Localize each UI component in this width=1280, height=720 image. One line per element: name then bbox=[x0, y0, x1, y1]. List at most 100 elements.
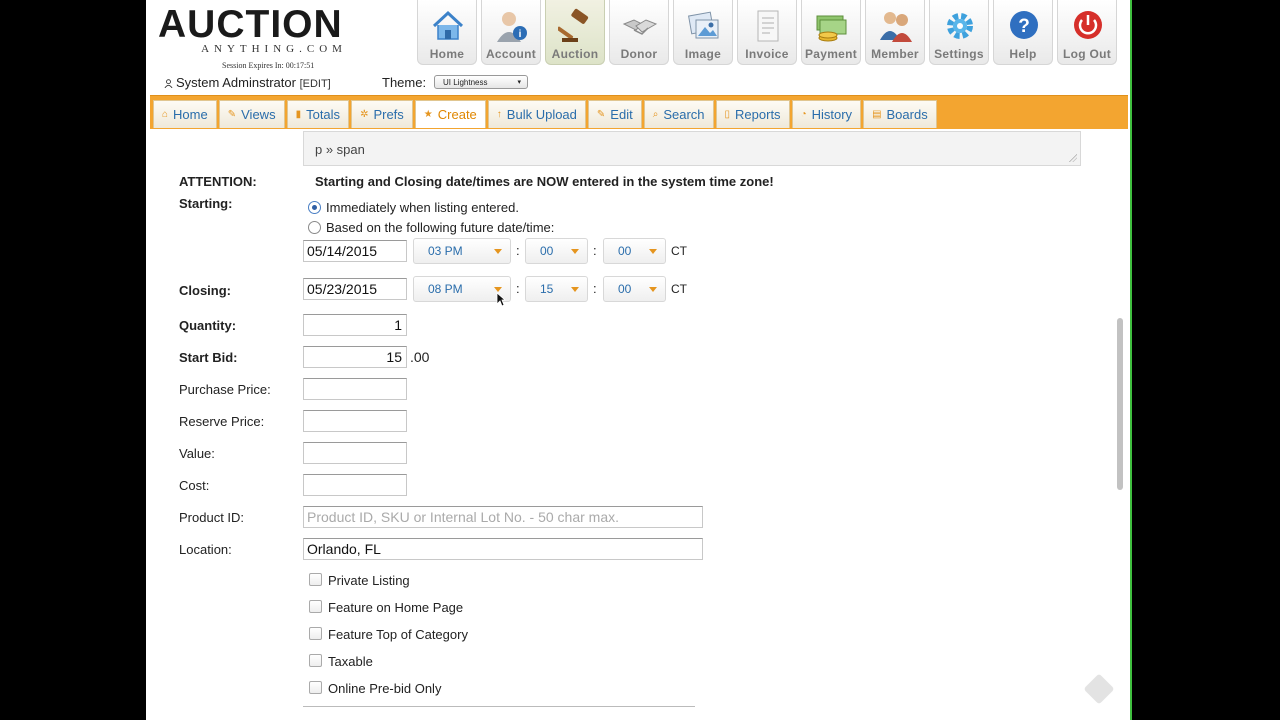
private-listing-label: Private Listing bbox=[328, 573, 410, 588]
home-button-label: Home bbox=[429, 47, 465, 61]
tab-boards[interactable]: ▤ Boards bbox=[863, 100, 937, 128]
online-prebid-checkbox[interactable] bbox=[309, 681, 322, 694]
tab-prefs[interactable]: ✲ Prefs bbox=[351, 100, 413, 128]
resize-grip-icon[interactable] bbox=[1069, 154, 1077, 162]
tab-bulk-upload-label: Bulk Upload bbox=[506, 107, 577, 122]
session-timer: Session Expires In: 00:17:51 bbox=[222, 61, 315, 70]
tab-reports[interactable]: ▯ Reports bbox=[715, 100, 790, 128]
start-date-input[interactable]: 05/14/2015 bbox=[303, 240, 407, 262]
search-icon: ⌕ bbox=[652, 109, 659, 120]
tab-reports-label: Reports bbox=[735, 107, 781, 122]
account-icon: i bbox=[497, 12, 527, 42]
start-immediately-label: Immediately when listing entered. bbox=[326, 200, 519, 215]
home-button[interactable]: Home bbox=[417, 0, 477, 65]
value-input[interactable] bbox=[303, 442, 407, 464]
main-nav-bar: ⌂ Home ✎ Views ▮ Totals ✲ Prefs ★ Create ↑ Bul… bbox=[150, 95, 1128, 129]
start-immediately-radio[interactable] bbox=[308, 201, 321, 214]
time-separator: : bbox=[593, 243, 597, 258]
start-bid-input[interactable]: 15 bbox=[303, 346, 407, 368]
tab-prefs-label: Prefs bbox=[373, 107, 404, 122]
tab-views-label: Views bbox=[241, 107, 276, 122]
image-button[interactable]: Image bbox=[673, 0, 733, 65]
start-future-label: Based on the following future date/time: bbox=[326, 220, 555, 235]
auction-button[interactable]: Auction bbox=[545, 0, 605, 65]
theme-value: UI Lightness bbox=[443, 78, 488, 87]
image-icon bbox=[688, 11, 719, 39]
close-second-value: 00 bbox=[618, 282, 632, 296]
tab-edit[interactable]: ✎ Edit bbox=[587, 100, 642, 128]
donor-button-label: Donor bbox=[620, 47, 658, 61]
taxable-checkbox[interactable] bbox=[309, 654, 322, 667]
quantity-input[interactable]: 1 bbox=[303, 314, 407, 336]
close-second-select[interactable]: 00 bbox=[603, 276, 666, 302]
tab-history[interactable]: ◔ History bbox=[791, 100, 862, 128]
mouse-cursor-icon bbox=[496, 292, 506, 307]
scrollbar-thumb[interactable] bbox=[1117, 318, 1123, 490]
theme-label: Theme: bbox=[382, 75, 427, 90]
user-name: System Adminstrator bbox=[176, 75, 296, 90]
start-minute-select[interactable]: 00 bbox=[525, 238, 588, 264]
description-editor[interactable]: p » span bbox=[303, 131, 1081, 166]
cost-input[interactable] bbox=[303, 474, 407, 496]
settings-button[interactable]: Settings bbox=[929, 0, 989, 65]
svg-text:?: ? bbox=[1018, 16, 1030, 37]
invoice-icon bbox=[757, 10, 779, 42]
close-hour-value: 08 PM bbox=[428, 282, 463, 296]
board-icon: ▤ bbox=[872, 109, 882, 120]
logo[interactable]: AUCTION ANYTHING.COM bbox=[158, 5, 390, 55]
private-listing-checkbox[interactable] bbox=[309, 573, 322, 586]
tab-totals[interactable]: ▮ Totals bbox=[286, 100, 350, 128]
feature-home-checkbox[interactable] bbox=[309, 600, 322, 613]
top-icon-bar: Home i Account Auction Donor Image Invoi… bbox=[417, 0, 1121, 65]
tab-home[interactable]: ⌂ Home bbox=[153, 100, 217, 128]
location-label: Location: bbox=[179, 542, 232, 557]
members-icon bbox=[880, 12, 912, 42]
theme-select[interactable]: UI Lightness ▾ bbox=[434, 75, 528, 89]
close-minute-select[interactable]: 15 bbox=[525, 276, 588, 302]
starting-label: Starting: bbox=[179, 196, 233, 211]
close-date-input[interactable]: 05/23/2015 bbox=[303, 278, 407, 300]
tab-search[interactable]: ⌕ Search bbox=[643, 100, 714, 128]
feature-top-category-label: Feature Top of Category bbox=[328, 627, 468, 642]
location-input[interactable]: Orlando, FL bbox=[303, 538, 703, 560]
pencil-icon: ✎ bbox=[227, 109, 237, 120]
scroll-top-icon[interactable] bbox=[1083, 673, 1115, 705]
time-separator: : bbox=[516, 243, 520, 258]
purchase-price-input[interactable] bbox=[303, 378, 407, 400]
online-prebid-label: Online Pre-bid Only bbox=[328, 681, 442, 696]
reserve-price-input[interactable] bbox=[303, 410, 407, 432]
start-hour-select[interactable]: 03 PM bbox=[413, 238, 511, 264]
help-button[interactable]: ? Help bbox=[993, 0, 1053, 65]
settings-button-label: Settings bbox=[934, 47, 984, 61]
member-button[interactable]: Member bbox=[865, 0, 925, 65]
donor-button[interactable]: Donor bbox=[609, 0, 669, 65]
tab-bulk-upload[interactable]: ↑ Bulk Upload bbox=[487, 100, 586, 128]
handshake-icon bbox=[622, 19, 658, 35]
window-edge bbox=[1130, 0, 1132, 720]
start-timezone: CT bbox=[671, 244, 687, 258]
gavel-icon bbox=[558, 8, 589, 42]
edit-user-link[interactable]: [EDIT] bbox=[300, 78, 331, 90]
feature-home-label: Feature on Home Page bbox=[328, 600, 464, 615]
tab-create[interactable]: ★ Create bbox=[414, 100, 486, 128]
start-second-select[interactable]: 00 bbox=[603, 238, 666, 264]
cost-label: Cost: bbox=[179, 478, 210, 493]
purchase-price-label: Purchase Price: bbox=[179, 382, 271, 397]
tab-totals-label: Totals bbox=[306, 107, 341, 122]
home-icon: ⌂ bbox=[162, 109, 169, 120]
invoice-button[interactable]: Invoice bbox=[737, 0, 797, 65]
product-id-input[interactable]: Product ID, SKU or Internal Lot No. - 50… bbox=[303, 506, 703, 528]
account-button[interactable]: i Account bbox=[481, 0, 541, 65]
logout-button-label: Log Out bbox=[1062, 47, 1112, 61]
start-future-radio[interactable] bbox=[308, 221, 321, 234]
attention-message: Starting and Closing date/times are NOW … bbox=[315, 174, 774, 189]
auction-page: AUCTION ANYTHING.COM Session Expires In:… bbox=[146, 0, 1130, 720]
chevron-down-icon bbox=[649, 249, 657, 254]
editor-element-path: p » span bbox=[315, 142, 365, 157]
logout-button[interactable]: Log Out bbox=[1057, 0, 1117, 65]
taxable-label: Taxable bbox=[328, 654, 373, 669]
feature-top-category-checkbox[interactable] bbox=[309, 627, 322, 640]
tab-views[interactable]: ✎ Views bbox=[218, 100, 285, 128]
payment-button[interactable]: Payment bbox=[801, 0, 861, 65]
user-icon bbox=[164, 79, 173, 88]
